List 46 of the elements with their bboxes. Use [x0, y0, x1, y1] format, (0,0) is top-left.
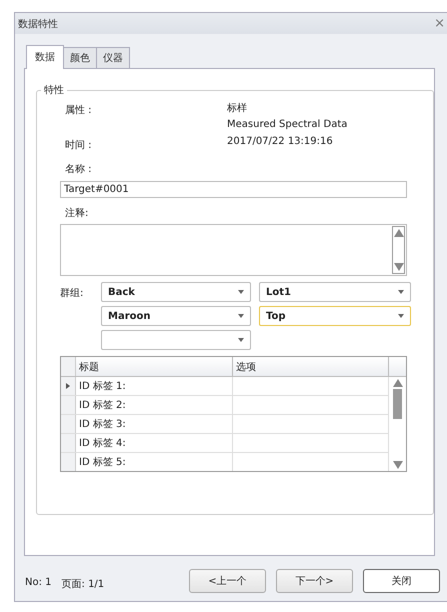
page-indicator: 页面: 1/1 — [62, 578, 104, 591]
scrollbar[interactable] — [392, 226, 405, 274]
table-cell[interactable]: ID 标签 2: — [76, 396, 233, 414]
corner-header — [61, 357, 76, 376]
field-value: 标样 — [227, 102, 248, 115]
row-header[interactable] — [61, 377, 76, 395]
caret-icon — [238, 290, 244, 294]
dialog-button[interactable]: <上一个 — [189, 569, 266, 593]
field-label: 群组: — [60, 287, 84, 301]
scroll-thumb[interactable] — [393, 389, 402, 419]
scroll-down-icon[interactable] — [394, 263, 404, 271]
dropdown[interactable]: Lot1 — [259, 282, 411, 302]
note-text-area[interactable] — [60, 224, 407, 276]
tab[interactable]: 数据 — [26, 45, 64, 69]
table-cell[interactable]: ID 标签 4: — [76, 434, 233, 452]
dropdown[interactable]: Maroon — [101, 306, 251, 326]
field-label: 时间 : — [65, 138, 93, 152]
group-title: 特性 — [43, 84, 65, 97]
table-cell[interactable]: ID 标签 3: — [76, 415, 233, 433]
row-pointer-icon — [66, 383, 70, 389]
dialog-button[interactable]: 下一个> — [276, 569, 353, 593]
column-header[interactable]: 标题 — [76, 357, 233, 376]
dialog-button[interactable]: 关闭 — [363, 569, 440, 593]
window-title: 数据特性 — [18, 18, 58, 30]
column-header[interactable]: 选项 — [233, 357, 389, 376]
field-label: 属性 : — [65, 104, 93, 118]
record-number: No: 1 — [25, 577, 52, 590]
caret-icon — [398, 290, 404, 294]
tab[interactable]: 仪器 — [96, 47, 130, 68]
dropdown[interactable] — [101, 330, 251, 350]
scroll-down-icon[interactable] — [392, 461, 402, 469]
dropdown[interactable]: Back — [101, 282, 251, 302]
table-cell[interactable]: ID 标签 5: — [76, 453, 233, 471]
field-value: Measured Spectral Data — [227, 119, 348, 130]
caret-icon — [238, 338, 244, 342]
tab[interactable]: 颜色 — [63, 47, 97, 68]
caret-icon — [238, 314, 244, 318]
caret-icon — [398, 314, 404, 318]
field-label: 名称 : — [65, 163, 93, 176]
close-button[interactable]: × — [432, 16, 447, 31]
field-value: 2017/07/22 13:19:16 — [227, 136, 333, 147]
dropdown[interactable]: Top — [259, 306, 411, 326]
name-input-field[interactable]: Target#0001 — [60, 181, 407, 198]
field-label: 注释: — [65, 206, 90, 220]
table-cell[interactable]: ID 标签 1: — [76, 377, 233, 395]
scroll-up-icon[interactable] — [394, 229, 404, 237]
